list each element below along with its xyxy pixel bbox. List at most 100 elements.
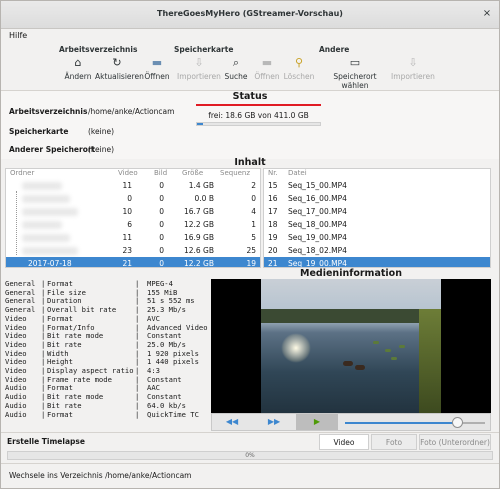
redacted-folder-name — [22, 234, 70, 242]
card-value: (keine) — [88, 127, 114, 136]
folder-row[interactable]: 11 0 16.9 GB 5 — [6, 231, 260, 244]
file-list[interactable]: Nr. Datei 15 Seq_15_00.MP4 16 Seq_16_00.MP4… — [263, 168, 491, 268]
folder-icon: ▬ — [151, 56, 163, 69]
choose-location-label: Speicherort wählen — [333, 72, 377, 90]
redacted-folder-name — [22, 195, 70, 203]
seek-slider[interactable] — [345, 417, 485, 428]
folder-image-count: 0 — [159, 207, 164, 216]
folder-size: 12.2 GB — [183, 220, 214, 229]
mediainfo-key: Format — [47, 409, 73, 419]
search-button[interactable]: ⌕ Suche — [223, 56, 249, 88]
col-video[interactable]: Video — [118, 169, 138, 179]
status-accent-line — [196, 104, 321, 106]
search-icon: ⌕ — [232, 56, 240, 69]
import-card-button[interactable]: ⇩ Importieren — [177, 56, 221, 88]
folder-size: 12.2 GB — [183, 259, 214, 268]
rewind-button[interactable]: ◀◀ — [212, 414, 252, 430]
change-dir-button[interactable]: ⌂ Ändern — [61, 56, 95, 88]
file-name: Seq_16_00.MP4 — [288, 194, 347, 203]
file-name: Seq_18_00.MP4 — [288, 220, 347, 229]
folder-video-count: 6 — [127, 220, 132, 229]
file-row[interactable]: 20 Seq_18_02.MP4 — [264, 244, 490, 257]
folder-row[interactable]: 6 0 12.2 GB 1 — [6, 218, 260, 231]
folder-seq-count: 0 — [251, 194, 256, 203]
scene-shore — [261, 309, 441, 323]
menu-help[interactable]: Hilfe — [9, 31, 27, 40]
scene-dock — [419, 309, 441, 413]
seek-slider-knob[interactable] — [452, 417, 463, 428]
file-number: 21 — [268, 259, 278, 268]
workdir-label: Arbeitsverzeichnis — [9, 107, 88, 116]
folder-icon: ▬ — [261, 56, 273, 69]
refresh-button[interactable]: ↻ Aktualisieren — [95, 56, 144, 88]
choose-location-button[interactable]: ▭ Speicherort wählen — [321, 56, 389, 90]
import-other-label: Importieren — [391, 72, 435, 81]
file-name: Seq_15_00.MP4 — [288, 181, 347, 190]
file-name: Seq_19_00.MP4 — [288, 259, 347, 268]
import-other-button[interactable]: ⇩ Importieren — [391, 56, 435, 88]
broom-icon: ⚲ — [294, 56, 304, 69]
folder-size: 16.7 GB — [183, 207, 214, 216]
file-name: Seq_17_00.MP4 — [288, 207, 347, 216]
other-location-label: Anderer Speicherort — [9, 145, 96, 154]
tab-photo-subfolder[interactable]: Foto (Unterordner) — [419, 434, 491, 450]
group-title-card: Speicherkarte — [174, 45, 234, 54]
timelapse-progress: 0% — [7, 451, 493, 460]
folder-seq-count: 4 — [251, 207, 256, 216]
file-name: Seq_19_00.MP4 — [288, 233, 347, 242]
file-row[interactable]: 16 Seq_16_00.MP4 — [264, 192, 490, 205]
mediainfo-value: QuickTime TC — [147, 409, 199, 419]
folder-row[interactable]: 10 0 16.7 GB 4 — [6, 205, 260, 218]
main-window: ThereGoesMyHero (GStreamer-Vorschau) × H… — [0, 0, 500, 489]
col-size[interactable]: Größe — [182, 169, 203, 179]
title-bar[interactable]: ThereGoesMyHero (GStreamer-Vorschau) × — [1, 1, 499, 29]
file-row[interactable]: 18 Seq_18_00.MP4 — [264, 218, 490, 231]
open-card-label: Öffnen — [254, 72, 280, 81]
card-label: Speicherkarte — [9, 127, 69, 136]
folder-video-count: 21 — [122, 259, 132, 268]
video-preview[interactable] — [211, 279, 491, 413]
folder-video-count: 23 — [122, 246, 132, 255]
open-dir-label: Öffnen — [144, 72, 170, 81]
play-button[interactable]: ▶ — [296, 414, 338, 430]
tab-photo[interactable]: Foto — [371, 434, 417, 450]
menu-bar: Hilfe — [1, 29, 499, 43]
search-label: Suche — [224, 72, 248, 81]
other-location-value: (keine) — [88, 145, 114, 154]
group-title-other: Andere — [319, 45, 350, 54]
open-card-button[interactable]: ▬ Öffnen — [253, 56, 281, 88]
file-number: 15 — [268, 181, 278, 190]
open-dir-button[interactable]: ▬ Öffnen — [141, 56, 173, 88]
folder-row[interactable]: 2017-07-18 21 0 12.2 GB 19 — [6, 257, 260, 268]
folder-video-count: 11 — [122, 233, 132, 242]
tab-video[interactable]: Video — [319, 434, 369, 450]
scene-lily-pad — [399, 345, 405, 348]
close-icon[interactable]: × — [481, 8, 493, 20]
video-frame — [261, 279, 441, 413]
col-folder[interactable]: Ordner — [10, 169, 34, 179]
file-number: 17 — [268, 207, 278, 216]
folder-size: 0.0 B — [194, 194, 214, 203]
change-dir-label: Ändern — [64, 72, 92, 81]
folder-seq-count: 25 — [246, 246, 256, 255]
file-row[interactable]: 19 Seq_19_00.MP4 — [264, 231, 490, 244]
col-image[interactable]: Bild — [154, 169, 167, 179]
scene-duck — [343, 361, 353, 366]
forward-button[interactable]: ▶▶ — [254, 414, 294, 430]
file-row[interactable]: 15 Seq_15_00.MP4 — [264, 179, 490, 192]
delete-button[interactable]: ⚲ Löschen — [283, 56, 315, 88]
file-number: 20 — [268, 246, 278, 255]
col-nr[interactable]: Nr. — [268, 169, 278, 179]
file-number: 19 — [268, 233, 278, 242]
scene-lily-pad — [373, 341, 379, 344]
folder-tree[interactable]: Ordner Video Bild Größe Sequenz 11 0 1.4 G… — [5, 168, 261, 268]
col-file[interactable]: Datei — [288, 169, 307, 179]
folder-row[interactable]: 23 0 12.6 GB 25 — [6, 244, 260, 257]
file-row[interactable]: 21 Seq_19_00.MP4 — [264, 257, 490, 268]
folder-row[interactable]: 0 0 0.0 B 0 — [6, 192, 260, 205]
file-row[interactable]: 17 Seq_17_00.MP4 — [264, 205, 490, 218]
redacted-folder-name — [22, 182, 62, 190]
folder-row[interactable]: 11 0 1.4 GB 2 — [6, 179, 260, 192]
col-seq[interactable]: Sequenz — [220, 169, 250, 179]
toolbar: Arbeitsverzeichnis Speicherkarte Andere … — [1, 43, 499, 91]
